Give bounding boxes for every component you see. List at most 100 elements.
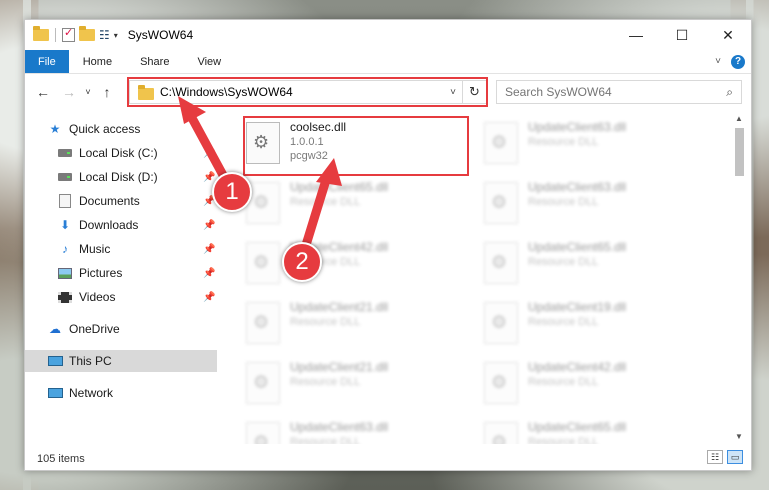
file-tile[interactable]: UpdateClient63.dll Resource DLL (480, 176, 710, 232)
view-options-icon[interactable]: ☷ (99, 28, 110, 42)
sidebar-item-local-disk-d[interactable]: Local Disk (D:) 📌 (57, 166, 217, 188)
sidebar-item-music[interactable]: ♪ Music 📌 (57, 238, 217, 260)
dll-file-icon (246, 422, 280, 444)
dll-file-icon (484, 422, 518, 444)
file-tile[interactable]: UpdateClient63.dll Resource DLL (480, 116, 710, 172)
help-icon[interactable]: ? (731, 54, 745, 69)
file-tile[interactable]: UpdateClient42.dllResource DLL (480, 356, 710, 412)
sidebar-item-onedrive[interactable]: ☁ OneDrive (47, 318, 120, 340)
address-path[interactable]: C:\Windows\SysWOW64 (160, 85, 450, 99)
customize-toolbar-icon[interactable]: ▾ (114, 31, 118, 40)
back-button[interactable]: ← (33, 84, 53, 100)
tab-file[interactable]: File (25, 50, 69, 73)
title-bar: ☷ ▾ SysWOW64 — ☐ ✕ (25, 20, 751, 50)
expand-ribbon-icon[interactable]: ˅ (715, 56, 721, 67)
maximize-button[interactable]: ☐ (659, 20, 705, 50)
sidebar-item-videos[interactable]: Videos 📌 (57, 286, 217, 308)
search-input[interactable] (505, 85, 727, 99)
status-bar: 105 items (25, 448, 751, 470)
file-tile[interactable]: UpdateClient21.dll Resource DLL (242, 296, 472, 352)
search-box[interactable]: ⌕ (496, 80, 742, 104)
file-tile[interactable]: UpdateClient65.dll Resource DLL (480, 236, 710, 292)
music-icon: ♪ (62, 242, 68, 256)
scroll-up-icon[interactable]: ▲ (733, 114, 745, 126)
file-tile[interactable]: UpdateClient42.dllResource DLL (242, 236, 472, 292)
download-icon: ⬇ (59, 218, 71, 232)
tab-share[interactable]: Share (126, 50, 183, 73)
sidebar-item-documents[interactable]: Documents 📌 (57, 190, 217, 212)
new-folder-icon[interactable] (79, 26, 95, 41)
documents-icon (59, 194, 71, 208)
sidebar-item-network[interactable]: Network (47, 382, 113, 404)
sidebar-item-label: Documents (79, 194, 140, 208)
drive-icon (58, 149, 72, 157)
file-tile[interactable]: UpdateClient63.dll Resource DLL (242, 416, 472, 444)
file-tile[interactable]: UpdateClient21.dll Resource DLL (242, 356, 472, 412)
quick-access-toolbar: ☷ ▾ (25, 26, 118, 42)
scroll-down-icon[interactable]: ▼ (733, 432, 745, 444)
vertical-scrollbar[interactable]: ▲ ▼ (733, 114, 745, 444)
forward-button[interactable]: → (59, 84, 79, 100)
file-type: Resource DLL (528, 196, 599, 208)
ribbon-right-controls: ˅ ? (715, 50, 751, 73)
large-icons-view-icon[interactable]: ▭ (727, 450, 743, 464)
refresh-button[interactable]: ↻ (463, 80, 487, 104)
dll-file-icon (484, 122, 518, 164)
sidebar-item-label: Quick access (69, 122, 141, 136)
videos-icon (58, 291, 72, 303)
dll-file-icon (246, 302, 280, 344)
pin-icon[interactable]: 📌 (203, 292, 215, 303)
pictures-icon (58, 267, 72, 279)
window-controls: — ☐ ✕ (613, 20, 751, 50)
details-view-icon[interactable]: ☷ (707, 450, 723, 464)
sidebar-item-label: Local Disk (C:) (79, 146, 158, 160)
scrollbar-thumb[interactable] (735, 128, 744, 176)
close-button[interactable]: ✕ (705, 20, 751, 50)
tab-view[interactable]: View (183, 50, 235, 73)
dll-file-icon (246, 122, 280, 164)
dll-file-icon (246, 242, 280, 284)
dll-file-icon (484, 242, 518, 284)
item-count: 105 items (37, 453, 85, 465)
minimize-button[interactable]: — (613, 20, 659, 50)
pin-icon[interactable]: 📌 (203, 244, 215, 255)
recent-locations-button[interactable]: ˅ (81, 87, 95, 97)
sidebar-item-downloads[interactable]: ⬇ Downloads 📌 (57, 214, 217, 236)
window-title: SysWOW64 (127, 28, 194, 42)
dll-file-icon (484, 182, 518, 224)
folder-icon (33, 26, 49, 41)
file-name: UpdateClient65.dll (290, 180, 389, 194)
sidebar-item-quick-access[interactable]: ★ Quick access (47, 118, 141, 140)
file-tile[interactable]: UpdateClient65.dll Resource DLL (480, 416, 710, 444)
pin-icon[interactable]: 📌 (203, 172, 215, 183)
file-name: UpdateClient63.dll (528, 180, 627, 194)
tab-home[interactable]: Home (69, 50, 126, 73)
chevron-down-icon[interactable]: ˅ (450, 87, 462, 98)
file-type: Resource DLL (290, 196, 361, 208)
file-name: UpdateClient65.dll (528, 420, 627, 434)
up-button[interactable]: ↑ (97, 84, 117, 100)
file-explorer-window: ☷ ▾ SysWOW64 — ☐ ✕ File Home Share View … (24, 19, 752, 471)
pin-icon[interactable]: 📌 (203, 268, 215, 279)
file-type: Resource DLL (528, 436, 599, 444)
dll-file-icon (246, 362, 280, 404)
file-tile-coolsec[interactable]: coolsec.dll 1.0.0.1 pcgw32 (242, 116, 472, 172)
this-pc-icon (47, 356, 63, 366)
address-bar[interactable]: C:\Windows\SysWOW64 ˅ (129, 80, 463, 104)
ribbon-tabs: File Home Share View ˅ ? (25, 50, 751, 74)
sidebar-item-this-pc[interactable]: This PC (25, 350, 217, 372)
pin-icon[interactable]: 📌 (203, 220, 215, 231)
file-tile[interactable]: UpdateClient65.dll Resource DLL (242, 176, 472, 232)
properties-icon[interactable] (62, 26, 75, 42)
step-2-badge: 2 (282, 242, 322, 282)
sidebar-item-local-disk-c[interactable]: Local Disk (C:) 📌 (57, 142, 217, 164)
toolbar-divider (55, 28, 56, 42)
dll-file-icon (484, 302, 518, 344)
step-1-badge: 1 (212, 172, 252, 212)
file-tile[interactable]: UpdateClient19.dll Resource DLL (480, 296, 710, 352)
pin-icon[interactable]: 📌 (203, 148, 215, 159)
file-name: UpdateClient19.dll (528, 300, 627, 314)
sidebar-item-pictures[interactable]: Pictures 📌 (57, 262, 217, 284)
file-name: UpdateClient63.dll (290, 420, 389, 434)
search-icon[interactable]: ⌕ (726, 85, 733, 100)
